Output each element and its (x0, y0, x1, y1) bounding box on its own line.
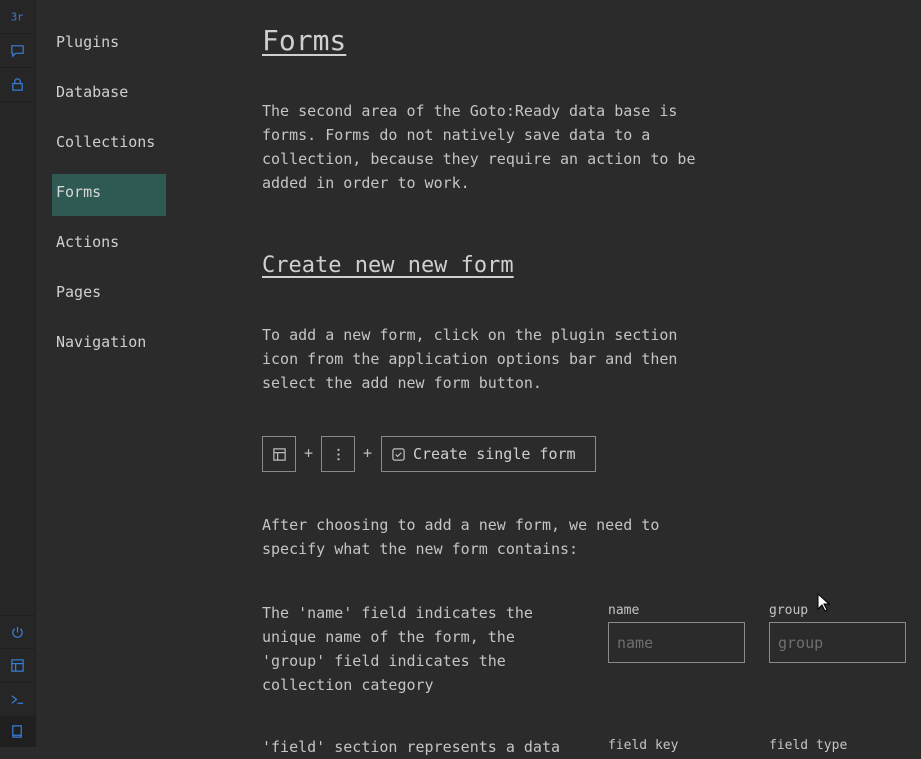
text-line: To add a new form, click on the plugin s… (262, 326, 678, 344)
text-line: collection, because they require an acti… (262, 150, 696, 168)
terminal-icon[interactable] (0, 683, 35, 717)
text-line: After choosing to add a new form, we nee… (262, 516, 660, 534)
table-icon[interactable] (0, 649, 35, 683)
name-group-description: The 'name' field indicates the unique na… (262, 601, 533, 697)
doc-content: Forms The second area of the Goto:Ready … (262, 0, 921, 756)
group-field-label: group (769, 603, 809, 618)
lock-icon[interactable] (0, 68, 35, 102)
checkbox-icon (392, 447, 405, 461)
text-line: select the add new form button. (262, 374, 542, 392)
sidebar-item-pages[interactable]: Pages (52, 274, 166, 316)
docs-sidebar: Plugins Database Collections Forms Actio… (36, 0, 216, 747)
chat-icon[interactable] (0, 34, 35, 68)
name-field[interactable] (608, 622, 745, 663)
sidebar-item-actions[interactable]: Actions (52, 224, 166, 266)
field-section-description: 'field' section represents a data (262, 735, 560, 759)
howto-paragraph: To add a new form, click on the plugin s… (262, 323, 677, 395)
sidebar-item-collections[interactable]: Collections (52, 124, 182, 166)
plus-sign: + (304, 444, 314, 462)
text-line: unique name of the form, the (262, 628, 515, 646)
text-line: collection category (262, 676, 434, 694)
text-line: specify what the new form contains: (262, 540, 579, 558)
page-title: Forms (262, 24, 347, 57)
field-key-label: field key (608, 738, 679, 753)
svg-text:3r: 3r (11, 11, 23, 23)
sidebar-item-plugins[interactable]: Plugins (52, 24, 166, 66)
power-icon[interactable] (0, 615, 35, 649)
create-single-form-label: Create single form (413, 445, 576, 463)
group-field[interactable] (769, 622, 906, 663)
section-title: Create new new form (262, 253, 514, 278)
book-icon[interactable] (0, 717, 35, 747)
mouse-cursor-icon (817, 593, 831, 612)
sidebar-item-forms[interactable]: Forms (52, 174, 166, 216)
text-line: 'field' section represents a data (262, 738, 561, 756)
text-line: 'group' field indicates the (262, 652, 506, 670)
text-line: added in order to work. (262, 174, 470, 192)
sidebar-item-navigation[interactable]: Navigation (52, 324, 182, 366)
create-single-form-button[interactable]: Create single form (381, 436, 596, 472)
sidebar-item-database[interactable]: Database (52, 74, 166, 116)
brand-icon[interactable]: 3r (0, 0, 35, 34)
text-line: forms. Forms do not natively save data t… (262, 126, 651, 144)
app-options-bar: 3r (0, 0, 36, 747)
after-paragraph: After choosing to add a new form, we nee… (262, 513, 659, 561)
text-line: The 'name' field indicates the (262, 604, 533, 622)
more-options-button[interactable] (321, 436, 355, 472)
plugin-section-button[interactable] (262, 436, 296, 472)
text-line: The second area of the Goto:Ready data b… (262, 102, 678, 120)
table-icon (272, 447, 286, 461)
name-field-label: name (608, 603, 640, 618)
intro-paragraph: The second area of the Goto:Ready data b… (262, 99, 695, 195)
plus-sign: + (363, 444, 373, 462)
kebab-menu-icon (336, 448, 340, 460)
field-type-label: field type (769, 738, 848, 753)
text-line: icon from the application options bar an… (262, 350, 678, 368)
